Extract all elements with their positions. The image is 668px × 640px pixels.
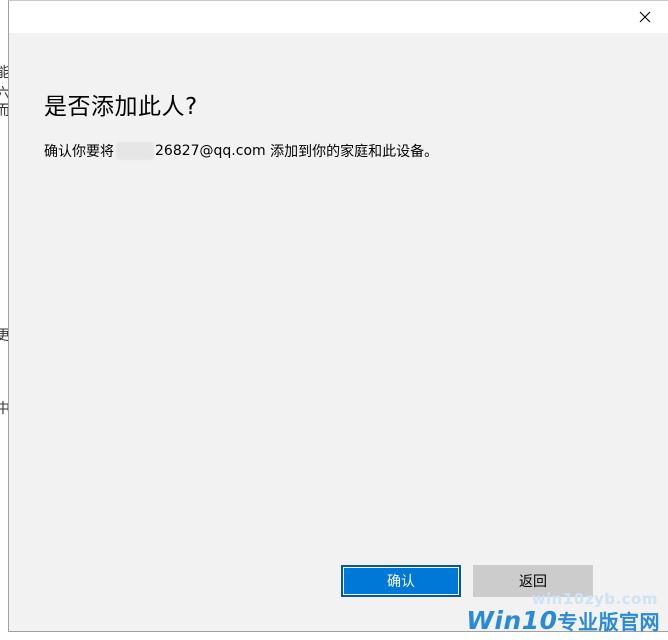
title-bar xyxy=(9,1,668,33)
close-button[interactable] xyxy=(622,1,668,33)
redacted-email-part xyxy=(116,142,154,160)
watermark-latin: Win10 xyxy=(466,606,558,635)
message-prefix: 确认你要将 xyxy=(44,144,114,160)
dialog-heading: 是否添加此人? xyxy=(44,94,198,120)
back-button-label: 返回 xyxy=(519,574,547,590)
watermark-cn: 专业版官网 xyxy=(557,610,660,634)
add-person-dialog: 是否添加此人? 确认你要将 26827@qq.com 添加到你的家庭和此设备。 … xyxy=(8,0,668,632)
watermark-logo: Win10专业版官网 xyxy=(466,608,660,633)
message-suffix: 添加到你的家庭和此设备。 xyxy=(265,144,439,160)
dialog-message: 确认你要将 26827@qq.com 添加到你的家庭和此设备。 xyxy=(44,141,438,161)
confirm-button-label: 确认 xyxy=(387,574,415,590)
close-icon xyxy=(639,11,651,23)
confirm-button[interactable]: 确认 xyxy=(341,565,461,597)
message-email: 26827@qq.com xyxy=(155,143,266,159)
screen: 能 六 而 更 中 是否添加此人? 确认你要将 26827@qq.com 添加到… xyxy=(0,0,668,640)
